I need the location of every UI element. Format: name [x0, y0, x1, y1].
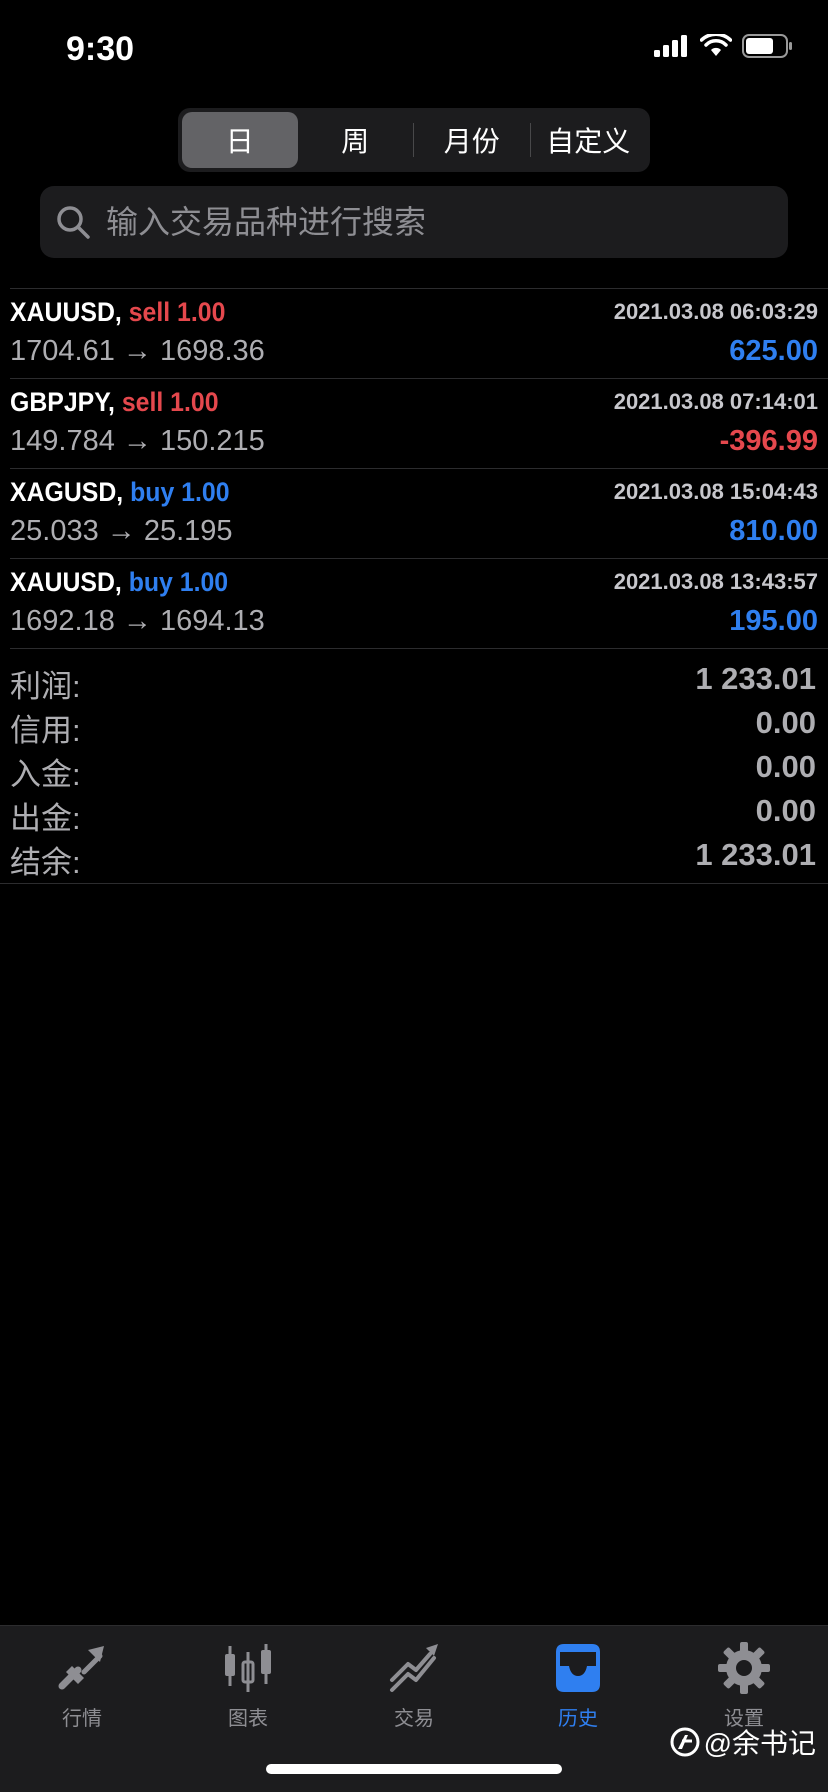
gear-icon: [718, 1642, 770, 1694]
trade-prices: 25.033 → 25.195: [10, 515, 233, 547]
trade-side: sell 1.00: [121, 387, 219, 417]
summary-label: 结余:: [10, 845, 81, 880]
home-indicator[interactable]: [266, 1764, 562, 1774]
wifi-icon: [700, 34, 732, 56]
summary-value: 1 233.01: [695, 661, 816, 696]
trade-time: 2021.03.08 13:43:57: [613, 569, 818, 594]
tab-month[interactable]: 月份: [414, 112, 530, 168]
history-inbox-icon: [556, 1644, 600, 1692]
trade-symbol: XAUUSD,: [10, 297, 122, 327]
summary-label: 入金:: [10, 757, 81, 792]
divider: [0, 883, 828, 884]
app-screen: 9:30 日 周 月份 自定义 输入交易品种进行搜索 XAUUSD, sell …: [0, 0, 828, 1792]
period-segmented-control: 日 周 月份 自定义: [178, 108, 650, 172]
trade-symbol: XAUUSD,: [10, 567, 122, 597]
trade-prices: 1704.61 → 1698.36: [10, 335, 265, 367]
trade-side: sell 1.00: [128, 297, 226, 327]
trade-prices: 1692.18 → 1694.13: [10, 605, 265, 637]
trade-history-list: XAUUSD, sell 1.00 2021.03.08 06:03:29 17…: [0, 288, 828, 884]
trade-time: 2021.03.08 07:14:01: [613, 389, 818, 414]
account-summary: 利润: 1 233.01 信用: 0.00 入金: 0.00 出金: 0.00 …: [0, 649, 828, 883]
trade-profit: 195.00: [729, 605, 818, 637]
watermark: @余书记: [670, 1722, 816, 1762]
tab-charts[interactable]: 图表: [188, 1640, 308, 1731]
tab-custom[interactable]: 自定义: [531, 112, 647, 168]
summary-row-balance: 结余: 1 233.01: [0, 833, 828, 880]
toutiao-logo-icon: [670, 1727, 700, 1757]
candlestick-chart-icon: [225, 1644, 271, 1692]
tab-label: 交易: [394, 1708, 434, 1730]
trade-row[interactable]: GBPJPY, sell 1.00 2021.03.08 07:14:01 14…: [0, 379, 828, 468]
summary-value: 0.00: [755, 749, 816, 784]
tab-day[interactable]: 日: [182, 112, 298, 168]
status-icons: [654, 34, 794, 58]
tab-quotes[interactable]: 行情: [22, 1640, 142, 1731]
watermark-text: @余书记: [703, 1728, 816, 1759]
tab-label: 历史: [558, 1708, 598, 1730]
trade-profit: -396.99: [719, 425, 818, 457]
trade-side: buy 1.00: [128, 567, 229, 597]
trade-symbol: GBPJPY,: [10, 387, 115, 417]
tab-week[interactable]: 周: [298, 112, 414, 168]
summary-row-withdrawal: 出金: 0.00: [0, 789, 828, 836]
tab-history[interactable]: 历史: [518, 1640, 638, 1731]
tab-label: 行情: [62, 1708, 102, 1730]
trade-row[interactable]: XAGUSD, buy 1.00 2021.03.08 15:04:43 25.…: [0, 469, 828, 558]
trade-profit: 810.00: [729, 515, 818, 547]
summary-row-credit: 信用: 0.00: [0, 701, 828, 748]
trade-icon: [390, 1644, 438, 1692]
trade-profit: 625.00: [729, 335, 818, 367]
trade-prices: 149.784 → 150.215: [10, 425, 265, 457]
summary-value: 0.00: [755, 793, 816, 828]
tab-label: 图表: [228, 1708, 268, 1730]
tab-settings[interactable]: 设置: [684, 1640, 804, 1731]
battery-icon: [742, 34, 792, 58]
summary-label: 出金:: [10, 801, 81, 836]
summary-label: 信用:: [10, 713, 81, 748]
trade-row[interactable]: XAUUSD, sell 1.00 2021.03.08 06:03:29 17…: [0, 289, 828, 378]
trade-symbol: XAGUSD,: [10, 477, 124, 507]
summary-label: 利润:: [10, 669, 81, 704]
summary-row-profit: 利润: 1 233.01: [0, 657, 828, 704]
status-bar: 9:30: [0, 0, 828, 100]
trade-time: 2021.03.08 15:04:43: [613, 479, 818, 504]
quotes-icon: [58, 1646, 104, 1690]
summary-value: 0.00: [755, 705, 816, 740]
search-icon: [57, 206, 90, 239]
status-time: 9:30: [66, 30, 135, 68]
search-input[interactable]: [104, 202, 788, 242]
trade-row[interactable]: XAUUSD, buy 1.00 2021.03.08 13:43:57 169…: [0, 559, 828, 648]
search-bar[interactable]: [40, 186, 788, 258]
summary-value: 1 233.01: [695, 837, 816, 872]
tab-trade[interactable]: 交易: [354, 1640, 474, 1731]
cellular-signal-icon: [654, 35, 687, 57]
trade-time: 2021.03.08 06:03:29: [613, 299, 818, 324]
summary-row-deposit: 入金: 0.00: [0, 745, 828, 792]
trade-side: buy 1.00: [130, 477, 230, 507]
